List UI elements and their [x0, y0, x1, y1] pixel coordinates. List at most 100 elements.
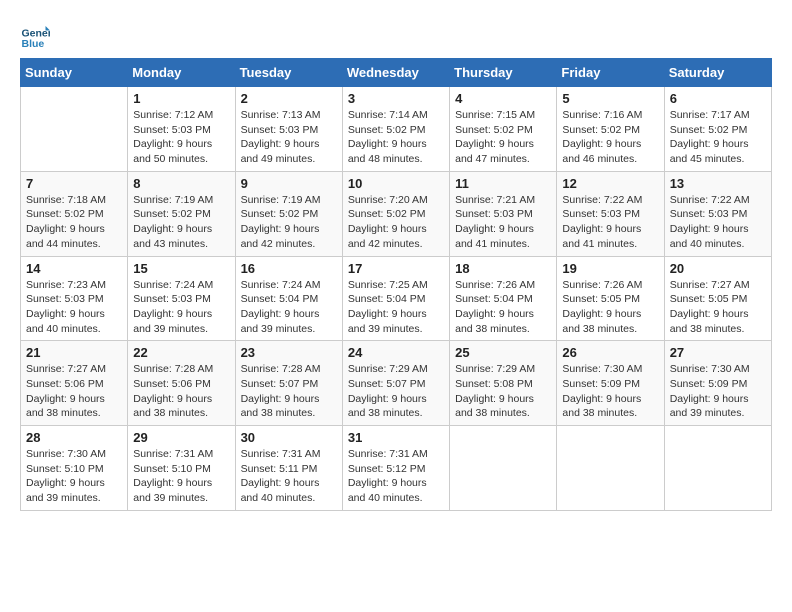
calendar-cell: 7 Sunrise: 7:18 AM Sunset: 5:02 PM Daylig… [21, 171, 128, 256]
day-info: Sunrise: 7:24 AM Sunset: 5:03 PM Dayligh… [133, 278, 229, 337]
day-info: Sunrise: 7:22 AM Sunset: 5:03 PM Dayligh… [562, 193, 658, 252]
day-number: 2 [241, 91, 337, 106]
calendar-cell: 29Sunrise: 7:31 AM Sunset: 5:10 PM Dayli… [128, 426, 235, 511]
day-number: 9 [241, 176, 337, 191]
logo: General Blue [20, 20, 54, 50]
calendar-cell: 14 Sunrise: 7:23 AM Sunset: 5:03 PM Dayli… [21, 256, 128, 341]
day-info: Sunrise: 7:19 AM Sunset: 5:02 PM Dayligh… [241, 193, 337, 252]
calendar-cell: 10Sunrise: 7:20 AM Sunset: 5:02 PM Dayli… [342, 171, 449, 256]
calendar-cell: 25 Sunrise: 7:29 AM Sunset: 5:08 PM Dayli… [450, 341, 557, 426]
day-info: Sunrise: 7:25 AM Sunset: 5:04 PM Dayligh… [348, 278, 444, 337]
day-info: Sunrise: 7:18 AM Sunset: 5:02 PM Dayligh… [26, 193, 122, 252]
day-info: Sunrise: 7:19 AM Sunset: 5:02 PM Dayligh… [133, 193, 229, 252]
day-number: 3 [348, 91, 444, 106]
day-number: 8 [133, 176, 229, 191]
day-number: 28 [26, 430, 122, 445]
day-info: Sunrise: 7:31 AM Sunset: 5:10 PM Dayligh… [133, 447, 229, 506]
day-info: Sunrise: 7:12 AM Sunset: 5:03 PM Dayligh… [133, 108, 229, 167]
day-number: 6 [670, 91, 766, 106]
day-number: 5 [562, 91, 658, 106]
day-number: 26 [562, 345, 658, 360]
calendar-cell: 15 Sunrise: 7:24 AM Sunset: 5:03 PM Dayli… [128, 256, 235, 341]
calendar-cell: 22 Sunrise: 7:28 AM Sunset: 5:06 PM Dayli… [128, 341, 235, 426]
calendar-cell: 4 Sunrise: 7:15 AM Sunset: 5:02 PM Daylig… [450, 87, 557, 172]
day-number: 19 [562, 261, 658, 276]
calendar-cell: 21 Sunrise: 7:27 AM Sunset: 5:06 PM Dayli… [21, 341, 128, 426]
weekday-header-row: SundayMondayTuesdayWednesdayThursdayFrid… [21, 59, 772, 87]
weekday-header-friday: Friday [557, 59, 664, 87]
calendar-cell [664, 426, 771, 511]
calendar-cell: 6 Sunrise: 7:17 AM Sunset: 5:02 PM Daylig… [664, 87, 771, 172]
day-info: Sunrise: 7:14 AM Sunset: 5:02 PM Dayligh… [348, 108, 444, 167]
day-info: Sunrise: 7:29 AM Sunset: 5:07 PM Dayligh… [348, 362, 444, 421]
calendar-cell: 24 Sunrise: 7:29 AM Sunset: 5:07 PM Dayli… [342, 341, 449, 426]
day-info: Sunrise: 7:17 AM Sunset: 5:02 PM Dayligh… [670, 108, 766, 167]
day-info: Sunrise: 7:28 AM Sunset: 5:06 PM Dayligh… [133, 362, 229, 421]
day-number: 16 [241, 261, 337, 276]
calendar-cell: 13 Sunrise: 7:22 AM Sunset: 5:03 PM Dayli… [664, 171, 771, 256]
day-number: 25 [455, 345, 551, 360]
calendar-cell: 8 Sunrise: 7:19 AM Sunset: 5:02 PM Daylig… [128, 171, 235, 256]
day-number: 7 [26, 176, 122, 191]
day-number: 11 [455, 176, 551, 191]
weekday-header-tuesday: Tuesday [235, 59, 342, 87]
svg-text:Blue: Blue [22, 38, 45, 50]
day-info: Sunrise: 7:23 AM Sunset: 5:03 PM Dayligh… [26, 278, 122, 337]
day-number: 22 [133, 345, 229, 360]
calendar-table: SundayMondayTuesdayWednesdayThursdayFrid… [20, 58, 772, 511]
calendar-cell: 12 Sunrise: 7:22 AM Sunset: 5:03 PM Dayli… [557, 171, 664, 256]
weekday-header-monday: Monday [128, 59, 235, 87]
calendar-week-row: 7 Sunrise: 7:18 AM Sunset: 5:02 PM Daylig… [21, 171, 772, 256]
calendar-cell: 19 Sunrise: 7:26 AM Sunset: 5:05 PM Dayli… [557, 256, 664, 341]
calendar-cell: 18 Sunrise: 7:26 AM Sunset: 5:04 PM Dayli… [450, 256, 557, 341]
day-number: 15 [133, 261, 229, 276]
day-info: Sunrise: 7:31 AM Sunset: 5:12 PM Dayligh… [348, 447, 444, 506]
calendar-cell: 30 Sunrise: 7:31 AM Sunset: 5:11 PM Dayli… [235, 426, 342, 511]
weekday-header-wednesday: Wednesday [342, 59, 449, 87]
calendar-cell: 28 Sunrise: 7:30 AM Sunset: 5:10 PM Dayli… [21, 426, 128, 511]
day-info: Sunrise: 7:27 AM Sunset: 5:06 PM Dayligh… [26, 362, 122, 421]
calendar-cell [21, 87, 128, 172]
day-info: Sunrise: 7:30 AM Sunset: 5:10 PM Dayligh… [26, 447, 122, 506]
day-info: Sunrise: 7:15 AM Sunset: 5:02 PM Dayligh… [455, 108, 551, 167]
day-info: Sunrise: 7:21 AM Sunset: 5:03 PM Dayligh… [455, 193, 551, 252]
calendar-cell: 26 Sunrise: 7:30 AM Sunset: 5:09 PM Dayli… [557, 341, 664, 426]
day-info: Sunrise: 7:30 AM Sunset: 5:09 PM Dayligh… [670, 362, 766, 421]
calendar-cell: 1 Sunrise: 7:12 AM Sunset: 5:03 PM Daylig… [128, 87, 235, 172]
calendar-week-row: 21 Sunrise: 7:27 AM Sunset: 5:06 PM Dayli… [21, 341, 772, 426]
day-info: Sunrise: 7:31 AM Sunset: 5:11 PM Dayligh… [241, 447, 337, 506]
day-info: Sunrise: 7:26 AM Sunset: 5:04 PM Dayligh… [455, 278, 551, 337]
day-info: Sunrise: 7:26 AM Sunset: 5:05 PM Dayligh… [562, 278, 658, 337]
day-number: 13 [670, 176, 766, 191]
calendar-cell: 9 Sunrise: 7:19 AM Sunset: 5:02 PM Daylig… [235, 171, 342, 256]
day-info: Sunrise: 7:30 AM Sunset: 5:09 PM Dayligh… [562, 362, 658, 421]
day-info: Sunrise: 7:16 AM Sunset: 5:02 PM Dayligh… [562, 108, 658, 167]
day-number: 12 [562, 176, 658, 191]
calendar-week-row: 1 Sunrise: 7:12 AM Sunset: 5:03 PM Daylig… [21, 87, 772, 172]
calendar-cell [557, 426, 664, 511]
day-number: 30 [241, 430, 337, 445]
day-info: Sunrise: 7:29 AM Sunset: 5:08 PM Dayligh… [455, 362, 551, 421]
weekday-header-saturday: Saturday [664, 59, 771, 87]
day-number: 21 [26, 345, 122, 360]
day-number: 23 [241, 345, 337, 360]
day-number: 24 [348, 345, 444, 360]
day-info: Sunrise: 7:28 AM Sunset: 5:07 PM Dayligh… [241, 362, 337, 421]
calendar-cell: 31Sunrise: 7:31 AM Sunset: 5:12 PM Dayli… [342, 426, 449, 511]
calendar-week-row: 28 Sunrise: 7:30 AM Sunset: 5:10 PM Dayli… [21, 426, 772, 511]
weekday-header-thursday: Thursday [450, 59, 557, 87]
day-info: Sunrise: 7:27 AM Sunset: 5:05 PM Dayligh… [670, 278, 766, 337]
calendar-cell: 23 Sunrise: 7:28 AM Sunset: 5:07 PM Dayli… [235, 341, 342, 426]
day-info: Sunrise: 7:24 AM Sunset: 5:04 PM Dayligh… [241, 278, 337, 337]
calendar-cell: 3 Sunrise: 7:14 AM Sunset: 5:02 PM Daylig… [342, 87, 449, 172]
day-number: 18 [455, 261, 551, 276]
day-info: Sunrise: 7:22 AM Sunset: 5:03 PM Dayligh… [670, 193, 766, 252]
calendar-cell: 11 Sunrise: 7:21 AM Sunset: 5:03 PM Dayli… [450, 171, 557, 256]
day-number: 4 [455, 91, 551, 106]
day-number: 1 [133, 91, 229, 106]
day-info: Sunrise: 7:20 AM Sunset: 5:02 PM Dayligh… [348, 193, 444, 252]
day-number: 27 [670, 345, 766, 360]
weekday-header-sunday: Sunday [21, 59, 128, 87]
day-info: Sunrise: 7:13 AM Sunset: 5:03 PM Dayligh… [241, 108, 337, 167]
day-number: 14 [26, 261, 122, 276]
